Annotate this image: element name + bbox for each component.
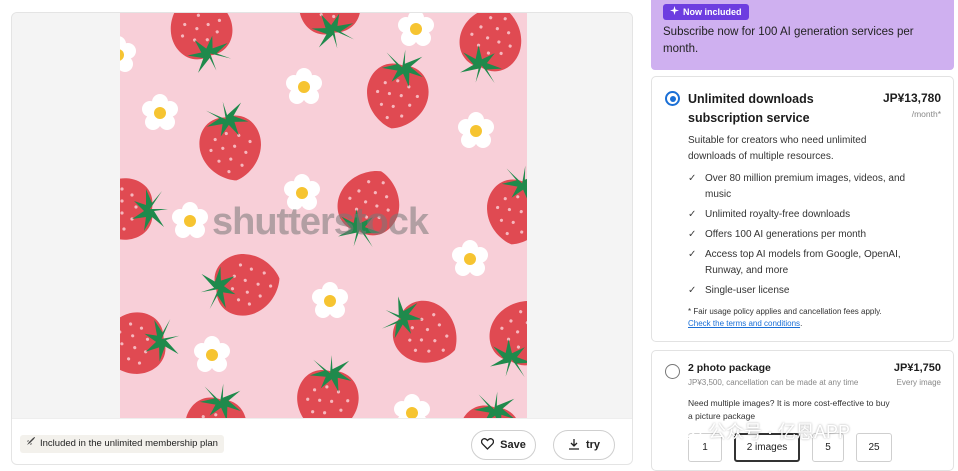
plan-period: /month* — [911, 109, 941, 119]
plan-description: Suitable for creators who need unlimited… — [688, 135, 867, 162]
check-icon: ✓ — [688, 173, 697, 184]
package-subtitle: JP¥3,500, cancellation can be made at an… — [688, 378, 859, 387]
promo-text: Subscribe now for 100 AI generation serv… — [663, 26, 914, 55]
strawberry-flower-pattern — [120, 13, 527, 418]
package-price: JP¥1,750 — [893, 362, 941, 374]
quantity-option[interactable]: 25 — [856, 433, 892, 462]
quantity-selector: 1 2 images 5 25 — [688, 433, 892, 462]
now-included-label: Now included — [683, 7, 742, 17]
quantity-option[interactable]: 5 — [812, 433, 844, 462]
package-title: 2 photo package — [688, 362, 771, 374]
save-button[interactable]: Save — [471, 430, 536, 460]
quantity-option[interactable]: 2 images — [734, 433, 800, 462]
subscription-plan-option[interactable]: Unlimited downloads subscription service… — [651, 76, 954, 342]
try-label: try — [585, 439, 601, 451]
image-toolbar: Included in the unlimited membership pla… — [12, 418, 632, 464]
fine-print: * Fair usage policy applies and cancella… — [688, 307, 882, 328]
heart-icon — [480, 437, 495, 453]
plan-features: ✓ Over 80 million premium images, videos,… — [688, 171, 928, 303]
try-button[interactable]: try — [553, 430, 615, 460]
check-icon: ✓ — [688, 229, 697, 240]
feature-item: ✓ Access top AI models from Google, OpenA… — [688, 247, 928, 279]
pricing-panel: Now included Subscribe now for 100 AI ge… — [651, 0, 954, 471]
package-radio[interactable] — [665, 364, 680, 379]
image-package-option[interactable]: 2 photo package JP¥1,750 JP¥3,500, cance… — [651, 350, 954, 471]
quantity-option[interactable]: 1 — [688, 433, 722, 462]
image-preview-card: shutterstock Included in the unlimited m… — [11, 12, 633, 465]
feature-item: ✓ Offers 100 AI generations per month — [688, 227, 928, 243]
check-icon: ✓ — [688, 285, 697, 296]
check-icon: ✓ — [688, 209, 697, 220]
download-icon — [568, 438, 580, 453]
rocket-icon — [26, 435, 36, 453]
save-label: Save — [500, 439, 526, 451]
feature-item: ✓ Over 80 million premium images, videos,… — [688, 171, 928, 203]
terms-link[interactable]: Check the terms and conditions — [688, 319, 800, 328]
plan-price: JP¥13,780 — [882, 91, 941, 105]
stock-image[interactable] — [120, 13, 527, 418]
plan-title: Unlimited downloads subscription service — [688, 92, 814, 125]
plan-radio[interactable] — [665, 91, 680, 106]
image-viewer[interactable]: shutterstock — [12, 13, 632, 418]
check-icon: ✓ — [688, 249, 697, 260]
package-description: Need multiple images? It is more cost-ef… — [688, 398, 890, 421]
sparkle-icon — [670, 4, 679, 20]
feature-item: ✓ Unlimited royalty-free downloads — [688, 207, 928, 223]
promo-banner: Now included Subscribe now for 100 AI ge… — [651, 0, 954, 70]
now-included-badge: Now included — [663, 4, 749, 20]
included-badge: Included in the unlimited membership pla… — [20, 435, 224, 453]
package-per: Every image — [896, 378, 941, 387]
feature-item: ✓ Single-user license — [688, 283, 928, 299]
included-label: Included in the unlimited membership pla… — [40, 438, 218, 449]
